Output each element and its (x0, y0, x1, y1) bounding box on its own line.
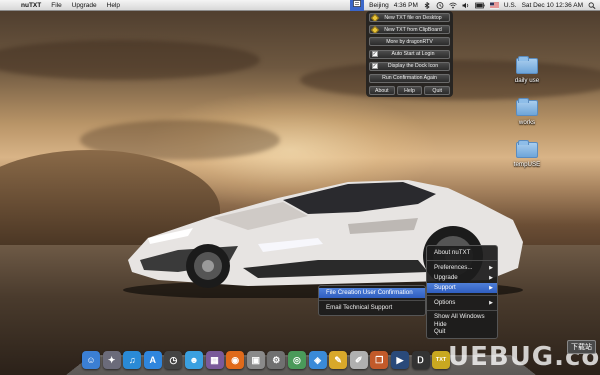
new-txt-clipboard-button[interactable]: New TXT from ClipBoard (369, 25, 450, 35)
system-preferences-icon[interactable]: ⚙ (267, 351, 286, 369)
submenu-arrow-icon: ▶ (489, 275, 493, 281)
firefox-icon[interactable]: ◉ (226, 351, 245, 369)
checkbox-label: Display the Dock Icon (387, 63, 439, 70)
desktop-folder-works[interactable]: works (507, 98, 547, 126)
menu-item-email-support[interactable]: Email Technical Support (319, 303, 425, 313)
submenu-arrow-icon: ▶ (489, 285, 493, 291)
menu-separator (427, 260, 497, 261)
menu-item-about[interactable]: About nuTXT (427, 248, 497, 258)
us-flag-icon[interactable] (489, 2, 499, 9)
messenger-icon[interactable]: ☻ (184, 351, 203, 369)
menu-item-show-all-windows[interactable]: Show All Windows (427, 313, 497, 321)
battery-icon[interactable] (475, 2, 485, 9)
desktop-folder-tempuse[interactable]: tempUSE (507, 140, 547, 168)
help-button[interactable]: Help (396, 86, 423, 96)
world-clock-time[interactable]: 4:36 PM (394, 0, 418, 11)
more-by-dragonrtv-button[interactable]: More by dragonRTV (369, 37, 450, 47)
checkbox-icon: ✓ (371, 63, 378, 70)
run-confirmation-again-button[interactable]: Run Confirmation Again (369, 73, 450, 83)
support-submenu: File Creation User Confirmation Email Te… (318, 285, 426, 316)
diamond-icon (370, 26, 379, 34)
folder-icon (516, 56, 538, 74)
books-icon[interactable]: ❐ (370, 351, 389, 369)
textedit-icon[interactable]: ✐ (349, 351, 368, 369)
menu-separator (427, 310, 497, 311)
nutxt-hud-panel: New TXT file on Desktop New TXT from Cli… (366, 11, 453, 97)
button-label: New TXT from ClipBoard (384, 26, 442, 33)
launchpad-icon[interactable]: ✦ (102, 351, 121, 369)
menu-bar: nuTXT File Upgrade Help Beijing 4:36 PM … (0, 0, 600, 11)
folder-label: tempUSE (513, 161, 541, 168)
desktop-folder-daily-use[interactable]: daily use (507, 56, 547, 84)
nutxt-status-item[interactable] (350, 0, 365, 11)
folder-icon (516, 98, 538, 116)
menu-item-support[interactable]: Support ▶ (427, 283, 497, 293)
cloud (0, 40, 260, 80)
dock: ☺ ✦ ♫ A ◷ ☻ ▦ ◉ ▣ ⚙ ◎ ◈ ✎ ✐ ❐ ▶ Ꭰ TXT (82, 343, 451, 369)
menu-item-label: Support (434, 284, 456, 291)
auto-start-login-checkbox[interactable]: ✓ Auto Start at Login (369, 49, 450, 59)
desktop (0, 0, 600, 375)
itunes-icon[interactable]: ♫ (123, 351, 142, 369)
display-dock-icon-checkbox[interactable]: ✓ Display the Dock Icon (369, 61, 450, 71)
new-txt-desktop-button[interactable]: New TXT file on Desktop (369, 13, 450, 22)
menu-item-options[interactable]: Options ▶ (427, 298, 497, 308)
dock-context-menu: About nuTXT Preferences... ▶ Upgrade ▶ S… (426, 245, 498, 339)
button-label: Run Confirmation Again (382, 75, 437, 82)
volume-icon[interactable] (462, 2, 470, 9)
app-menu[interactable]: nuTXT (16, 0, 46, 11)
safari-icon[interactable]: ◈ (308, 351, 327, 369)
menu-upgrade[interactable]: Upgrade (67, 0, 102, 11)
status-area: Beijing 4:36 PM U.S. Sat Dec 10 12:36 AM (350, 0, 596, 11)
menu-item-file-creation-confirmation[interactable]: File Creation User Confirmation (319, 288, 425, 298)
input-source-label[interactable]: U.S. (504, 0, 517, 11)
stickies-icon[interactable]: ✎ (329, 351, 348, 369)
menu-item-label: Options (434, 299, 456, 306)
preview-icon[interactable]: ▣ (246, 351, 265, 369)
about-button[interactable]: About (369, 86, 395, 96)
quicktime-icon[interactable]: ▶ (390, 351, 409, 369)
spotlight-search-icon[interactable] (588, 2, 596, 9)
folder-icon (516, 140, 538, 158)
menu-item-upgrade[interactable]: Upgrade ▶ (427, 273, 497, 283)
quit-button[interactable]: Quit (424, 86, 451, 96)
diamond-icon (370, 14, 379, 21)
checkbox-label: Auto Start at Login (391, 51, 435, 58)
menu-item-label: Preferences... (434, 264, 473, 271)
app-store-icon[interactable]: A (143, 351, 162, 369)
world-clock-location[interactable]: Beijing (369, 0, 389, 11)
button-label: New TXT file on Desktop (384, 14, 442, 21)
site-watermark: UEBUG.com 下载站 (448, 338, 600, 374)
folder-label: daily use (514, 77, 540, 84)
submenu-arrow-icon: ▶ (489, 265, 493, 271)
menu-file[interactable]: File (46, 0, 66, 11)
menu-help[interactable]: Help (102, 0, 125, 11)
watermark-badge: 下载站 (567, 340, 596, 354)
folder-label: works (518, 119, 536, 126)
checkbox-icon: ✓ (371, 51, 378, 58)
dictionary-icon[interactable]: Ꭰ (411, 351, 430, 369)
menu-separator (319, 300, 425, 301)
maps-icon[interactable]: ◎ (287, 351, 306, 369)
menubar-clock[interactable]: Sat Dec 10 12:36 AM (522, 0, 583, 11)
time-machine-icon[interactable] (436, 2, 444, 9)
photos-icon[interactable]: ▦ (205, 351, 224, 369)
bluetooth-icon[interactable] (423, 2, 431, 9)
submenu-arrow-icon: ▶ (489, 300, 493, 306)
menu-separator (427, 295, 497, 296)
menu-item-hide[interactable]: Hide (427, 321, 497, 329)
menu-item-preferences[interactable]: Preferences... ▶ (427, 263, 497, 273)
menu-item-quit[interactable]: Quit (427, 328, 497, 336)
menu-item-label: Upgrade (434, 274, 458, 281)
nutxt-menubar-icon (353, 0, 362, 7)
wifi-icon[interactable] (449, 2, 457, 9)
dashboard-icon[interactable]: ◷ (164, 351, 183, 369)
hud-bottom-row: About Help Quit (369, 86, 451, 98)
finder-icon[interactable]: ☺ (82, 351, 100, 369)
button-label: More by dragonRTV (386, 38, 433, 45)
